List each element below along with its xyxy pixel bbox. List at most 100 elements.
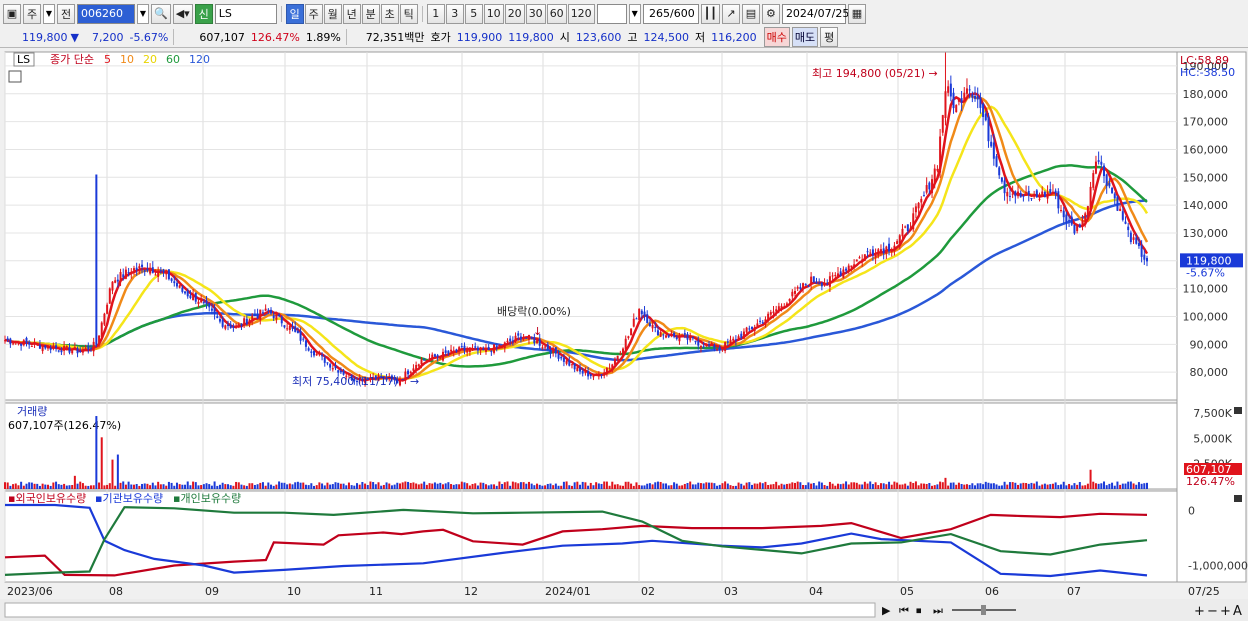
candle-body bbox=[270, 309, 273, 314]
volume-bar bbox=[656, 481, 659, 489]
sell-button[interactable]: 매도 bbox=[791, 27, 819, 47]
market-button[interactable]: 주 bbox=[23, 3, 41, 24]
candle-body bbox=[912, 213, 915, 230]
draw-tool-icon[interactable]: ↗ bbox=[721, 3, 740, 24]
candle-body bbox=[651, 324, 654, 329]
interval-tab-4[interactable]: 20 bbox=[504, 3, 525, 24]
volume-bar bbox=[65, 485, 68, 489]
candle-body bbox=[307, 348, 310, 351]
candle-body bbox=[1108, 182, 1111, 187]
candle-type-icon[interactable]: ┃┃ bbox=[700, 3, 720, 24]
volume-bar bbox=[565, 481, 568, 489]
interval-tab-2[interactable]: 5 bbox=[464, 3, 483, 24]
stock-name-field[interactable]: LS bbox=[214, 3, 277, 24]
market-dropdown-icon[interactable]: ▼ bbox=[43, 3, 55, 24]
candle-body bbox=[452, 350, 455, 353]
candle-body bbox=[149, 268, 152, 274]
volume-bar bbox=[1143, 483, 1146, 489]
count-input[interactable]: 265/600 bbox=[642, 3, 699, 24]
candle-body bbox=[1137, 243, 1140, 247]
interval-tab-1[interactable]: 3 bbox=[445, 3, 464, 24]
search-icon[interactable]: 🔍 bbox=[151, 3, 171, 24]
layout-icon[interactable]: ▣ bbox=[3, 3, 21, 24]
volume-bar bbox=[597, 483, 600, 489]
interval-tab-0[interactable]: 1 bbox=[426, 3, 445, 24]
interval-tab-6[interactable]: 60 bbox=[546, 3, 567, 24]
volume-bar bbox=[423, 481, 426, 489]
code-dropdown-icon[interactable]: ▼ bbox=[137, 3, 149, 24]
volume-bar bbox=[871, 484, 874, 489]
price-tick-label: 110,000 bbox=[1183, 283, 1229, 296]
prev-button[interactable]: 전 bbox=[57, 3, 75, 24]
candle-body bbox=[1081, 220, 1084, 226]
period-tab-0[interactable]: 일 bbox=[285, 3, 304, 24]
volume-bar bbox=[1000, 485, 1003, 489]
period-tab-1[interactable]: 주 bbox=[304, 3, 323, 24]
candle-body bbox=[98, 335, 101, 346]
candle-body bbox=[100, 322, 103, 338]
interval-input[interactable] bbox=[596, 3, 627, 24]
date-input[interactable]: 2024/07/25 bbox=[781, 3, 849, 24]
volume-bar bbox=[339, 483, 342, 489]
candle-body bbox=[573, 363, 576, 370]
candle-body bbox=[1135, 237, 1138, 244]
candle-body bbox=[611, 364, 614, 369]
volume-bar bbox=[197, 485, 200, 489]
volume-bar bbox=[802, 484, 805, 489]
save-icon[interactable]: ▤ bbox=[741, 3, 760, 24]
candle-body bbox=[974, 95, 977, 99]
period-tab-2[interactable]: 월 bbox=[323, 3, 342, 24]
volume-bar bbox=[482, 482, 485, 489]
volume-bar bbox=[662, 483, 665, 489]
volume-bar bbox=[458, 484, 461, 489]
volume-bar bbox=[237, 482, 240, 489]
candle-body bbox=[1146, 257, 1148, 262]
candle-body bbox=[1043, 191, 1046, 197]
period-tab-4[interactable]: 분 bbox=[361, 3, 380, 24]
volume-bar bbox=[646, 483, 649, 489]
interval-tab-5[interactable]: 30 bbox=[525, 3, 546, 24]
volume-bar bbox=[267, 482, 270, 489]
volume-bar bbox=[194, 482, 197, 489]
period-tab-5[interactable]: 초 bbox=[380, 3, 399, 24]
price-tick-label: 160,000 bbox=[1183, 143, 1229, 156]
volume-bar bbox=[724, 481, 727, 489]
candle-body bbox=[694, 340, 697, 343]
volume-bar bbox=[495, 485, 498, 489]
volume-bar bbox=[587, 485, 590, 489]
volume-bar bbox=[742, 485, 745, 489]
volume-bar bbox=[345, 485, 348, 489]
speaker-icon[interactable]: ◀▾ bbox=[172, 3, 193, 24]
interval-dropdown-icon[interactable]: ▼ bbox=[628, 3, 641, 24]
stock-code-input[interactable]: 006260 bbox=[77, 3, 135, 24]
candle-body bbox=[49, 347, 52, 350]
interval-tab-3[interactable]: 10 bbox=[483, 3, 504, 24]
candle-body bbox=[146, 268, 149, 271]
settings-gear-icon[interactable]: ⚙ bbox=[761, 3, 780, 24]
interval-tab-7[interactable]: 120 bbox=[567, 3, 595, 24]
calendar-icon[interactable]: ▦ bbox=[847, 3, 866, 24]
stock-chart[interactable]: 2023/06 08 09 10 11 12 2024/01 02 03 04 05 06 07 07/2… bbox=[0, 48, 1248, 621]
period-tab-6[interactable]: 틱 bbox=[399, 3, 418, 24]
volume-bar bbox=[22, 485, 25, 489]
volume-bar bbox=[503, 482, 506, 489]
volume-bar bbox=[425, 484, 428, 489]
evaluate-button[interactable]: 평 bbox=[820, 27, 839, 47]
candle-body bbox=[751, 326, 754, 329]
candle-body bbox=[643, 311, 646, 317]
candle-body bbox=[224, 325, 227, 329]
candle-body bbox=[855, 259, 858, 262]
volume-bar bbox=[740, 483, 743, 489]
volume-bar bbox=[726, 483, 729, 489]
buy-button[interactable]: 매수 bbox=[763, 27, 790, 47]
volume-bar bbox=[205, 483, 208, 489]
candle-body bbox=[6, 338, 9, 341]
candle-body bbox=[842, 269, 845, 278]
volume-bar bbox=[361, 481, 364, 489]
period-tab-3[interactable]: 년 bbox=[342, 3, 361, 24]
volume-bar bbox=[554, 483, 557, 489]
candle-body bbox=[710, 342, 713, 344]
volume-bar bbox=[1049, 484, 1052, 489]
volume-bar bbox=[79, 481, 82, 489]
candle-body bbox=[200, 300, 203, 303]
